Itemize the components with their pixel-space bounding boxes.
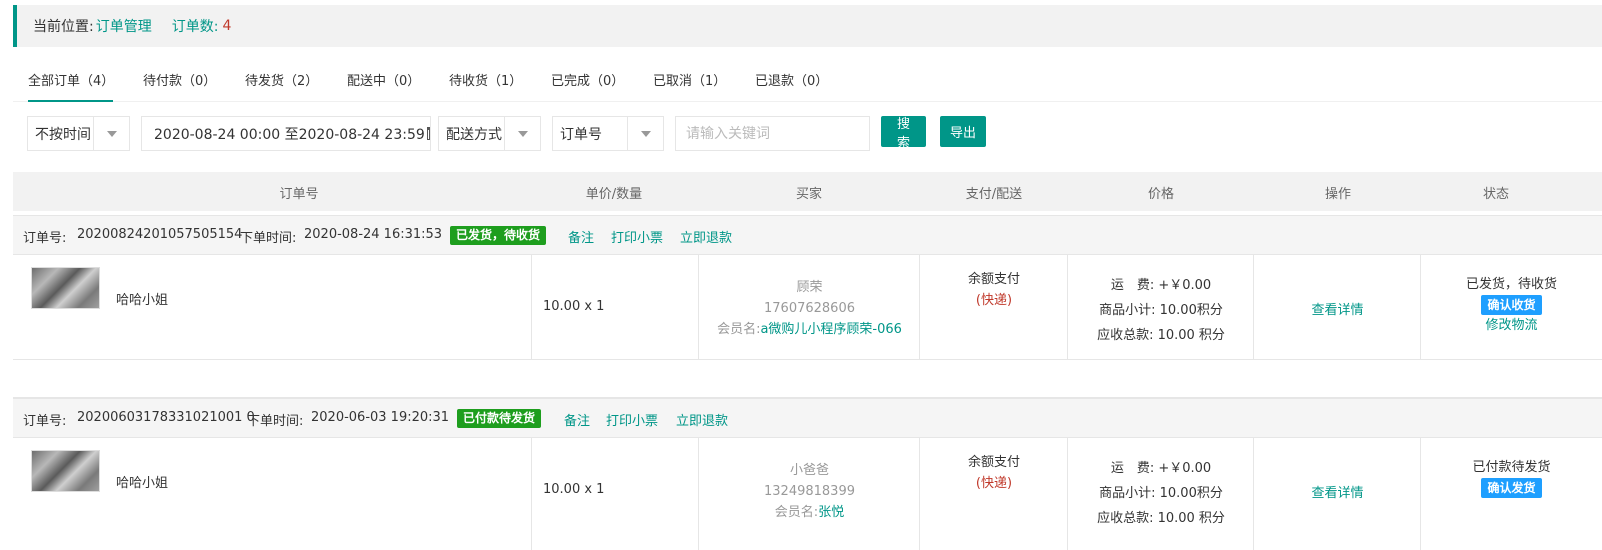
search-button[interactable]: 搜索 xyxy=(881,116,926,150)
order-count: 4 xyxy=(222,18,232,34)
order-time-label: 下单时间: xyxy=(247,414,304,429)
col-price: 价格 xyxy=(1147,187,1175,202)
product-name: 哈哈小姐 xyxy=(116,293,169,308)
pay-delivery: 余额支付 (快递) xyxy=(920,269,1068,311)
col-price-qty: 单价/数量 xyxy=(585,187,643,202)
product-name: 哈哈小姐 xyxy=(116,476,169,491)
col-status: 状态 xyxy=(1482,187,1510,202)
table-row: 哈哈小姐 10.00 x 1 顾荣 17607628606 会员名:a微购儿小程… xyxy=(13,255,1602,360)
member-name[interactable]: 张悦 xyxy=(818,505,844,520)
price-qty: 10.00 x 1 xyxy=(543,299,605,314)
freight: 运 费: +￥0.00 xyxy=(1110,461,1212,476)
order-header: 订单号: 20200824201057505154 下单时间: 2020-08-… xyxy=(13,215,1602,255)
print-receipt-link[interactable]: 打印小票 xyxy=(611,227,663,246)
tab-unpaid[interactable]: 待付款（0） xyxy=(143,70,216,89)
status-badge: 已发货，待收货 xyxy=(450,226,547,245)
chevron-down-icon xyxy=(627,117,663,150)
search-field-value: 订单号 xyxy=(560,126,602,143)
member-label: 会员名: xyxy=(774,505,819,520)
member-name[interactable]: a微购儿小程序顾荣-066 xyxy=(760,322,901,337)
breadcrumb-current[interactable]: 订单管理 xyxy=(96,16,152,36)
delivery-value: 配送方式 xyxy=(446,126,502,143)
order-time: 2020-08-24 16:31:53 xyxy=(304,227,443,242)
buyer-info: 顾荣 17607628606 会员名:a微购儿小程序顾荣-066 xyxy=(699,277,920,340)
keyword-input[interactable] xyxy=(675,116,870,151)
col-action: 操作 xyxy=(1324,187,1352,202)
order-status-tabs: 全部订单（4） 待付款（0） 待发货（2） 配送中（0） 待收货（1） 已完成（… xyxy=(13,56,1602,102)
note-link[interactable]: 备注 xyxy=(564,410,590,429)
refund-link[interactable]: 立即退款 xyxy=(680,227,732,246)
table-header: 订单号 单价/数量 买家 支付/配送 价格 操作 状态 xyxy=(13,172,1602,211)
edit-logistics-link[interactable]: 修改物流 xyxy=(1421,316,1602,336)
note-link[interactable]: 备注 xyxy=(568,227,594,246)
status-badge: 已付款待发货 xyxy=(457,409,542,428)
product-thumbnail[interactable] xyxy=(31,267,100,309)
status-text: 已付款待发货 xyxy=(1472,460,1551,475)
tab-completed[interactable]: 已完成（0） xyxy=(551,70,624,89)
order-no: 20200603178331021001 0 xyxy=(77,410,255,425)
price-summary: 运 费: +￥0.00 商品小计: 10.00积分 应收总款: 10.00 积分 xyxy=(1068,456,1254,531)
confirm-ship-button[interactable]: 确认发货 xyxy=(1481,478,1542,498)
pay-delivery: 余额支付 (快递) xyxy=(920,452,1068,494)
price-qty: 10.00 x 1 xyxy=(543,482,605,497)
buyer-info: 小爸爸 13249818399 会员名:张悦 xyxy=(699,460,920,523)
calendar-icon xyxy=(426,127,430,140)
tab-shipping[interactable]: 配送中（0） xyxy=(347,70,420,89)
tab-refunded[interactable]: 已退款（0） xyxy=(755,70,828,89)
filter-bar: 不按时间 2020-08-24 00:00 至2020-08-24 23:59 … xyxy=(0,116,1602,152)
date-range-input[interactable]: 2020-08-24 00:00 至2020-08-24 23:59 xyxy=(141,116,431,151)
export-button[interactable]: 导出 xyxy=(940,116,986,147)
search-field-select[interactable]: 订单号 xyxy=(552,116,664,151)
pay-method: 余额支付 xyxy=(967,272,1020,287)
table-row: 哈哈小姐 10.00 x 1 小爸爸 13249818399 会员名:张悦 余额… xyxy=(13,438,1602,550)
view-detail-link[interactable]: 查看详情 xyxy=(1254,482,1421,501)
order-no: 20200824201057505154 xyxy=(77,227,243,242)
order-no-label: 订单号: xyxy=(23,414,67,429)
col-buyer: 买家 xyxy=(795,187,823,202)
price-summary: 运 费: +￥0.00 商品小计: 10.00积分 应收总款: 10.00 积分 xyxy=(1068,273,1254,348)
tab-to-receive[interactable]: 待收货（1） xyxy=(449,70,522,89)
refund-link[interactable]: 立即退款 xyxy=(676,410,728,429)
delivery-select[interactable]: 配送方式 xyxy=(438,116,541,151)
print-receipt-link[interactable]: 打印小票 xyxy=(606,410,658,429)
breadcrumb-label: 当前位置: xyxy=(33,19,94,35)
total: 应收总款: 10.00 积分 xyxy=(1097,328,1225,343)
chevron-down-icon xyxy=(504,117,540,150)
freight: 运 费: +￥0.00 xyxy=(1110,278,1212,293)
pay-method: 余额支付 xyxy=(967,455,1020,470)
subtotal: 商品小计: 10.00积分 xyxy=(1099,486,1223,501)
order-time-label: 下单时间: xyxy=(240,231,297,246)
buyer-phone: 17607628606 xyxy=(764,301,855,316)
time-mode-select[interactable]: 不按时间 xyxy=(27,116,130,151)
view-detail-link[interactable]: 查看详情 xyxy=(1254,299,1421,318)
order-count-label: 订单数: xyxy=(171,19,219,35)
total: 应收总款: 10.00 积分 xyxy=(1097,511,1225,526)
member-label: 会员名: xyxy=(717,322,761,337)
delivery-method: (快递) xyxy=(975,476,1013,491)
row-spacer xyxy=(13,360,1602,398)
delivery-method: (快递) xyxy=(975,293,1013,308)
tab-all[interactable]: 全部订单（4） xyxy=(28,70,114,89)
buyer-name: 小爸爸 xyxy=(789,463,829,478)
subtotal: 商品小计: 10.00积分 xyxy=(1099,303,1223,318)
order-status: 已发货，待收货 确认收货 修改物流 xyxy=(1421,275,1602,336)
buyer-phone: 13249818399 xyxy=(764,484,855,499)
col-pay-delivery: 支付/配送 xyxy=(965,187,1023,202)
col-order-no: 订单号 xyxy=(279,187,319,202)
buyer-name: 顾荣 xyxy=(796,280,823,295)
tab-cancelled[interactable]: 已取消（1） xyxy=(653,70,726,89)
status-text: 已发货，待收货 xyxy=(1465,277,1557,292)
product-thumbnail[interactable] xyxy=(31,450,100,492)
chevron-down-icon xyxy=(93,117,129,150)
order-no-label: 订单号: xyxy=(23,231,67,246)
date-range-value: 2020-08-24 00:00 至2020-08-24 23:59 xyxy=(154,126,425,143)
time-mode-value: 不按时间 xyxy=(35,126,91,143)
confirm-receipt-button[interactable]: 确认收货 xyxy=(1481,295,1542,315)
tab-to-ship[interactable]: 待发货（2） xyxy=(245,70,318,89)
order-status: 已付款待发货 确认发货 xyxy=(1421,458,1602,499)
order-header: 订单号: 20200603178331021001 0 下单时间: 2020-0… xyxy=(13,398,1602,438)
order-time: 2020-06-03 19:20:31 xyxy=(311,410,450,425)
breadcrumb: 当前位置: 订单管理 订单数: 4 xyxy=(13,5,1602,47)
active-tab-indicator xyxy=(28,100,113,102)
